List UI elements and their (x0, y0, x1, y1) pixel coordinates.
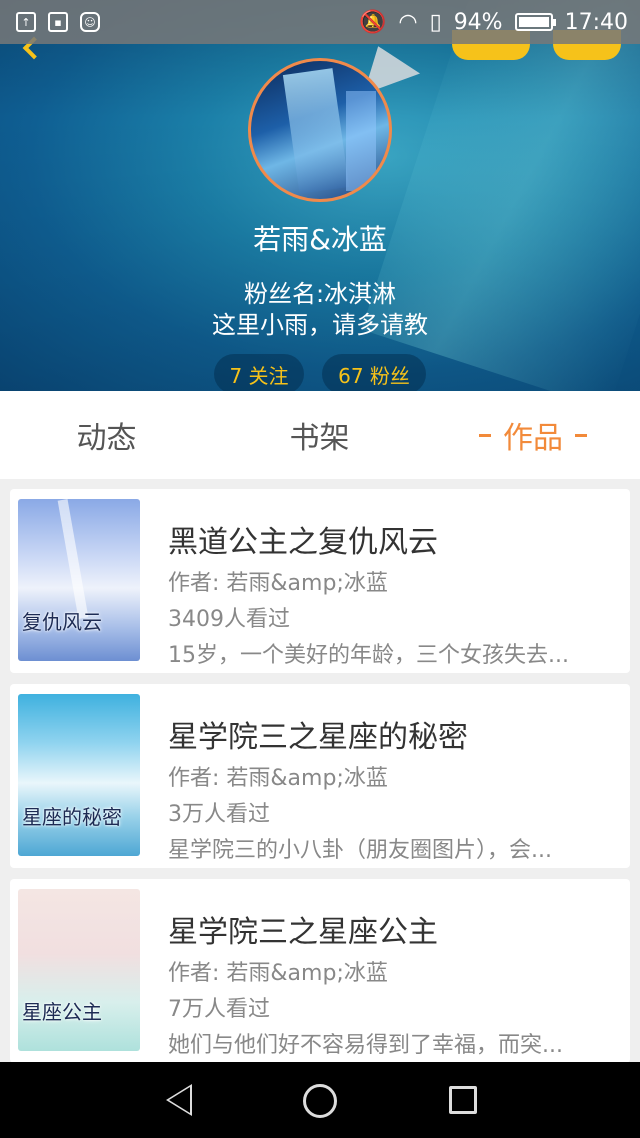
tab-bookshelf-label: 书架 (289, 421, 350, 456)
work-item[interactable]: 复仇风云 黑道公主之复仇风云 作者: 若雨&amp;冰蓝 3409人看过 15岁… (10, 489, 630, 673)
android-icon: ☺ (80, 12, 100, 32)
nav-back-icon-inner (169, 1087, 190, 1113)
book-description: 她们与他们好不容易得到了幸福，而突... (168, 1033, 563, 1058)
status-bar: ↑ ▪ ☺ 🔕 ◠ ▯ 94% 17:40 (0, 0, 640, 44)
book-views: 3409人看过 (168, 607, 290, 632)
nav-recents-icon[interactable] (449, 1086, 477, 1114)
clock: 17:40 (564, 9, 628, 35)
book-author: 作者: 若雨&amp;冰蓝 (168, 571, 388, 596)
followers-count[interactable]: 67 粉丝 (322, 354, 426, 394)
book-views: 7万人看过 (168, 997, 270, 1022)
tab-indicator-left (479, 433, 491, 437)
book-views: 3万人看过 (168, 802, 270, 827)
book-description: 15岁，一个美好的年龄，三个女孩失去... (168, 643, 569, 668)
profile-bio: 这里小雨，请多请教 (212, 311, 428, 339)
profile-tabs: 动态 书架 作品 (0, 391, 640, 479)
wifi-icon: ◠ (398, 9, 418, 35)
book-title: 星学院三之星座公主 (168, 915, 438, 950)
book-title: 星学院三之星座的秘密 (168, 720, 468, 755)
notification-icon: ↑ (16, 12, 36, 32)
book-cover: 复仇风云 (18, 499, 140, 661)
book-cover-title: 星座公主 (22, 1000, 102, 1024)
mute-icon: 🔕 (358, 9, 387, 35)
battery-percent: 94% (453, 9, 503, 35)
avatar-art-2 (346, 91, 376, 191)
system-nav-bar (0, 1062, 640, 1138)
following-count[interactable]: 7 关注 (214, 354, 304, 394)
book-cover-title: 星座的秘密 (22, 805, 122, 829)
avatar[interactable] (248, 58, 392, 202)
tab-bookshelf[interactable]: 书架 (213, 391, 426, 479)
book-author: 作者: 若雨&amp;冰蓝 (168, 961, 388, 986)
book-cover: 星座的秘密 (18, 694, 140, 856)
book-description: 星学院三的小八卦（朋友圈图片），会... (168, 838, 552, 863)
nav-home-icon[interactable] (303, 1084, 337, 1118)
tab-indicator-right (575, 433, 587, 437)
cover-art (57, 499, 89, 619)
tab-works-label: 作品 (503, 421, 563, 456)
profile-name: 若雨&冰蓝 (253, 223, 387, 256)
book-cover: 星座公主 (18, 889, 140, 1051)
battery-icon (514, 13, 556, 31)
image-icon: ▪ (48, 12, 68, 32)
work-item[interactable]: 星座的秘密 星学院三之星座的秘密 作者: 若雨&amp;冰蓝 3万人看过 星学院… (10, 684, 630, 868)
sim-icon: ▯ (429, 9, 442, 35)
tab-activity[interactable]: 动态 (0, 391, 213, 479)
book-author: 作者: 若雨&amp;冰蓝 (168, 766, 388, 791)
avatar-art (282, 68, 350, 194)
tab-activity-label: 动态 (76, 421, 137, 456)
tab-works[interactable]: 作品 (426, 391, 640, 479)
profile-fan-name: 粉丝名:冰淇淋 (243, 280, 397, 308)
book-title: 黑道公主之复仇风云 (168, 525, 438, 560)
book-cover-title: 复仇风云 (22, 610, 102, 634)
work-item[interactable]: 星座公主 星学院三之星座公主 作者: 若雨&amp;冰蓝 7万人看过 她们与他们… (10, 879, 630, 1063)
